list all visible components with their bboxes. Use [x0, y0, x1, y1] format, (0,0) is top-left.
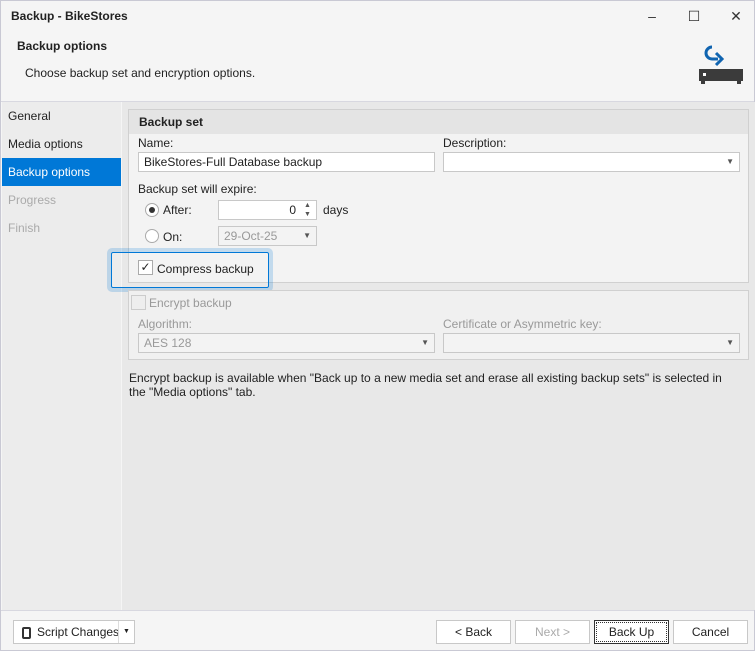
chevron-down-icon: ▼: [726, 338, 734, 347]
chevron-down-icon: ▼: [303, 231, 311, 240]
sidebar-item-media-options[interactable]: Media options: [2, 130, 121, 158]
group-title: Backup set: [129, 110, 748, 134]
stepper-arrows-icon[interactable]: ▲ ▼: [304, 201, 311, 219]
algorithm-label: Algorithm:: [138, 317, 193, 331]
script-icon: [22, 626, 31, 639]
certificate-label: Certificate or Asymmetric key:: [443, 317, 602, 331]
description-combo[interactable]: ▼: [443, 152, 740, 172]
compress-checkbox[interactable]: ✓: [138, 260, 153, 275]
backup-device-icon: [698, 43, 744, 88]
sidebar-nav: General Media options Backup options Pro…: [2, 102, 121, 610]
algorithm-select: AES 128 ▼: [138, 333, 435, 353]
after-label: After:: [163, 203, 192, 217]
chevron-down-icon: ▼: [726, 157, 734, 166]
encrypt-label: Encrypt backup: [149, 296, 232, 310]
after-days-stepper[interactable]: 0: [218, 200, 317, 220]
expire-label: Backup set will expire:: [138, 182, 257, 196]
sidebar-item-backup-options[interactable]: Backup options: [2, 158, 121, 186]
sidebar-item-finish: Finish: [8, 221, 41, 235]
window-title: Backup - BikeStores: [11, 9, 128, 23]
after-radio[interactable]: [145, 203, 159, 217]
on-radio[interactable]: [145, 229, 159, 243]
page-subtitle: Choose backup set and encryption options…: [25, 66, 256, 80]
name-label: Name:: [138, 136, 174, 150]
chevron-down-icon: ▼: [421, 338, 429, 347]
back-button[interactable]: < Back: [436, 620, 511, 644]
on-label: On:: [163, 230, 183, 244]
sidebar-item-general[interactable]: General: [2, 102, 121, 130]
back-up-button[interactable]: Back Up: [594, 620, 669, 644]
close-button[interactable]: ✕: [721, 5, 751, 27]
certificate-select: ▼: [443, 333, 740, 353]
description-label: Description:: [443, 136, 507, 150]
script-changes-button[interactable]: Script Changes ▼: [13, 620, 135, 644]
compress-label: Compress backup: [157, 262, 254, 276]
chevron-down-icon[interactable]: ▼: [118, 621, 134, 643]
encryption-note: Encrypt backup is available when "Back u…: [129, 371, 722, 399]
minimize-button[interactable]: –: [637, 5, 667, 27]
encrypt-checkbox: [131, 295, 146, 310]
days-label: days: [323, 203, 349, 217]
sidebar-item-progress: Progress: [8, 193, 57, 207]
maximize-button[interactable]: ☐: [679, 5, 709, 27]
name-input[interactable]: BikeStores-Full Database backup: [138, 152, 435, 172]
on-date-picker: 29-Oct-25 ▼: [218, 226, 317, 246]
next-button: Next >: [515, 620, 590, 644]
page-title: Backup options: [17, 39, 108, 53]
cancel-button[interactable]: Cancel: [673, 620, 748, 644]
